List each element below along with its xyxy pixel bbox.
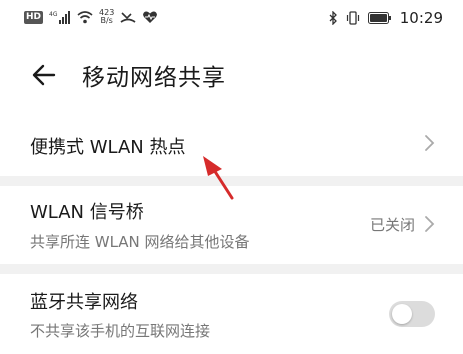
wlan-bridge-row[interactable]: WLAN 信号桥 共享所连 WLAN 网络给其他设备 已关闭	[0, 186, 463, 264]
bluetooth-icon	[328, 11, 338, 25]
arrow-left-icon	[32, 64, 56, 86]
wifi-icon	[77, 10, 93, 24]
vibrate-icon	[346, 11, 360, 25]
portable-hotspot-row[interactable]: 便携式 WLAN 热点	[0, 122, 463, 176]
wlan-bridge-title: WLAN 信号桥	[30, 202, 144, 223]
bluetooth-tethering-row: 蓝牙共享网络 不共享该手机的互联网连接	[0, 274, 463, 354]
toggle-knob	[392, 304, 412, 324]
status-right: 10:29	[328, 9, 443, 27]
chevron-right-icon	[423, 215, 435, 233]
page-header: 移动网络共享	[0, 36, 463, 122]
chevron-right-icon	[423, 134, 435, 152]
network-type: 4G	[49, 11, 58, 18]
bluetooth-tethering-title: 蓝牙共享网络	[30, 292, 138, 313]
battery-icon	[367, 12, 392, 24]
hd-badge: HD	[24, 10, 44, 24]
status-left: HD 4G 423 B/s	[24, 9, 158, 25]
wlan-bridge-status: 已关闭	[369, 216, 415, 234]
bluetooth-tethering-subtitle: 不共享该手机的互联网连接	[30, 322, 211, 340]
health-heart-icon	[142, 10, 158, 24]
clock: 10:29	[399, 9, 443, 27]
signal-icon: 4G	[49, 10, 71, 24]
portable-hotspot-title: 便携式 WLAN 热点	[30, 137, 186, 158]
network-speed: 423 B/s	[99, 9, 114, 25]
speed-unit: B/s	[100, 16, 113, 25]
page-title: 移动网络共享	[82, 65, 226, 91]
status-bar: HD 4G 423 B/s 10:29	[0, 0, 463, 36]
bluetooth-tethering-toggle[interactable]	[389, 301, 435, 327]
missed-call-icon	[120, 10, 136, 24]
wlan-bridge-subtitle: 共享所连 WLAN 网络给其他设备	[30, 233, 250, 251]
back-button[interactable]	[30, 60, 60, 90]
